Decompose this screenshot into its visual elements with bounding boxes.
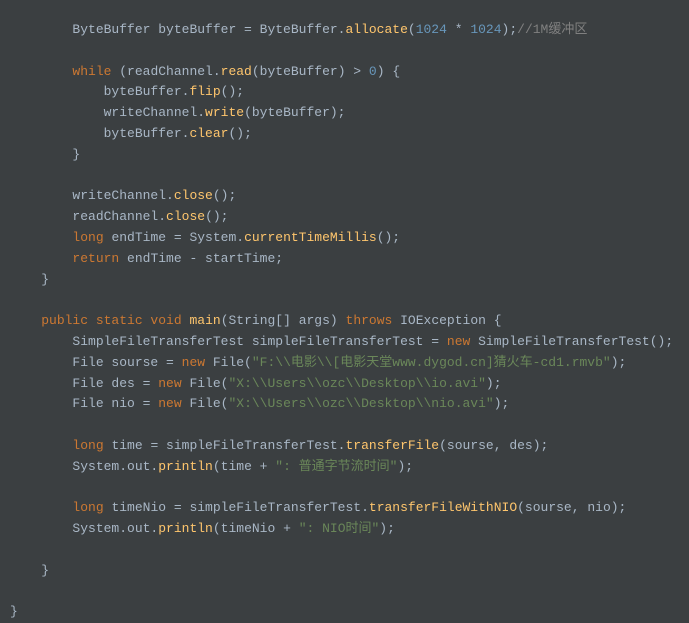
- code-line: }: [41, 563, 49, 578]
- code-line: SimpleFileTransferTest simpleFileTransfe…: [72, 334, 673, 349]
- code-line: long endTime = System.currentTimeMillis(…: [72, 230, 400, 245]
- code-line: byteBuffer.clear();: [104, 126, 252, 141]
- code-line: long timeNio = simpleFileTransferTest.tr…: [72, 500, 626, 515]
- code-line: }: [72, 147, 80, 162]
- code-line: File nio = new File("X:\\Users\\ozc\\Des…: [72, 396, 509, 411]
- code-line: }: [10, 604, 18, 619]
- code-line: File sourse = new File("F:\\电影\\[电影天堂www…: [72, 355, 626, 370]
- code-line: long time = simpleFileTransferTest.trans…: [72, 438, 548, 453]
- code-line: ByteBuffer byteBuffer = ByteBuffer.alloc…: [72, 22, 587, 37]
- code-block: ByteBuffer byteBuffer = ByteBuffer.alloc…: [10, 20, 679, 623]
- code-line: readChannel.close();: [72, 209, 228, 224]
- code-line: return endTime - startTime;: [72, 251, 283, 266]
- code-line: public static void main(String[] args) t…: [41, 313, 501, 328]
- code-line: writeChannel.close();: [72, 188, 236, 203]
- code-line: byteBuffer.flip();: [104, 84, 244, 99]
- code-line: writeChannel.write(byteBuffer);: [104, 105, 346, 120]
- code-line: System.out.println(time + ": 普通字节流时间");: [72, 459, 413, 474]
- code-line: File des = new File("X:\\Users\\ozc\\Des…: [72, 376, 501, 391]
- code-line: }: [41, 272, 49, 287]
- code-line: System.out.println(timeNio + ": NIO时间");: [72, 521, 394, 536]
- code-line: while (readChannel.read(byteBuffer) > 0)…: [72, 64, 400, 79]
